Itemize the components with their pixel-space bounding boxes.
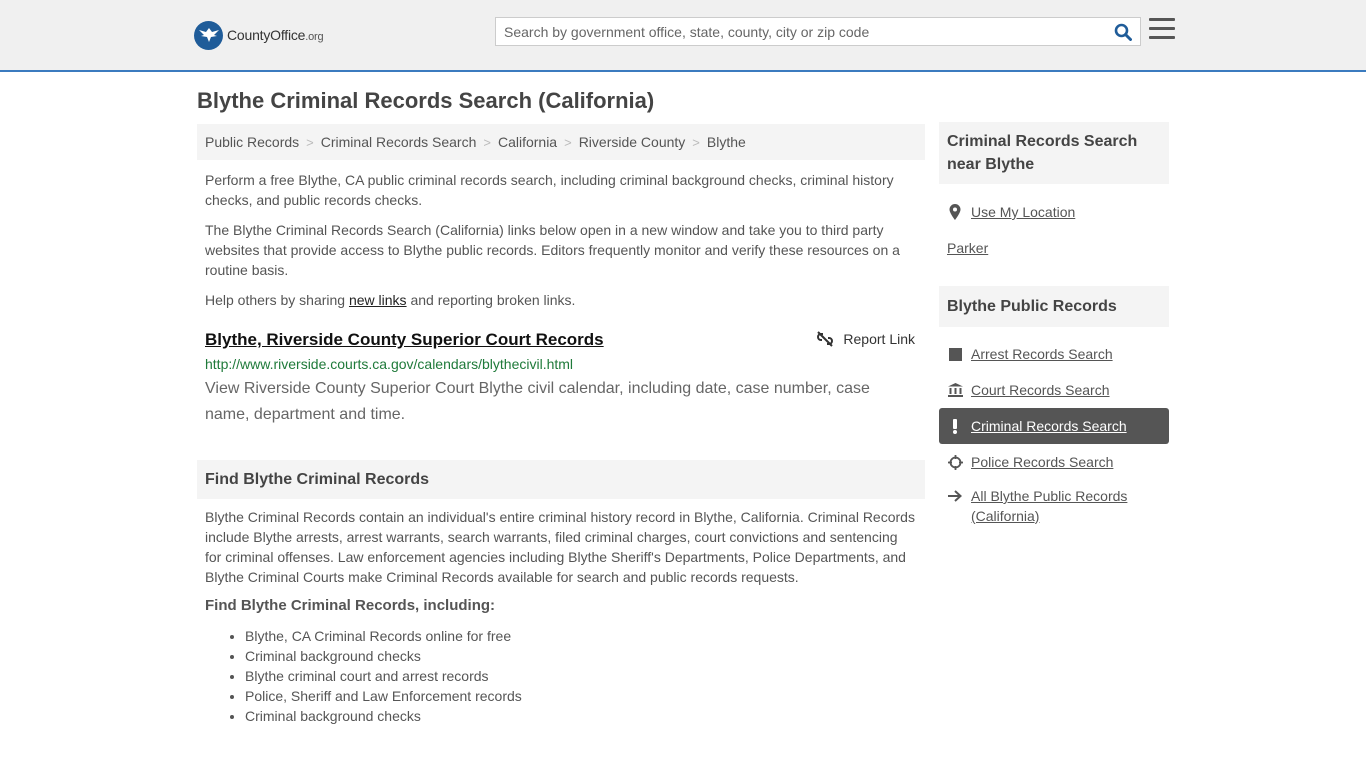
- intro-paragraph-2: The Blythe Criminal Records Search (Cali…: [205, 222, 900, 278]
- sidebar-item-use-location[interactable]: Use My Location: [939, 194, 1169, 230]
- search-icon[interactable]: [1111, 20, 1135, 44]
- result-item: Blythe, Riverside County Superior Court …: [197, 330, 925, 460]
- sidebar: Criminal Records Search near Blythe Use …: [939, 122, 1169, 528]
- breadcrumb: Public Records > Criminal Records Search >…: [197, 124, 925, 160]
- sidebar-item-police-records[interactable]: Police Records Search: [939, 444, 1169, 480]
- sidebar-item-arrest-records[interactable]: Arrest Records Search: [939, 336, 1169, 372]
- result-title-link[interactable]: Blythe, Riverside County Superior Court …: [205, 330, 604, 350]
- sidebar-item-court-records[interactable]: Court Records Search: [939, 372, 1169, 408]
- list-item: Criminal background checks: [245, 706, 925, 726]
- page-title: Blythe Criminal Records Search (Californ…: [197, 88, 655, 113]
- find-list: Blythe, CA Criminal Records online for f…: [197, 626, 925, 726]
- find-section-heading: Find Blythe Criminal Records: [197, 460, 925, 499]
- report-link-button[interactable]: Report Link: [817, 331, 915, 347]
- broken-link-icon: [817, 331, 834, 347]
- main-content: Perform a free Blythe, CA public crimina…: [197, 170, 925, 726]
- result-url: http://www.riverside.courts.ca.gov/calen…: [205, 356, 574, 372]
- sidebar-public-records-heading: Blythe Public Records: [939, 286, 1169, 327]
- intro-paragraph-1: Perform a free Blythe, CA public crimina…: [205, 172, 894, 208]
- list-item: Blythe criminal court and arrest records: [245, 666, 925, 686]
- site-logo[interactable]: CountyOffice.org: [194, 20, 324, 50]
- sidebar-item-parker[interactable]: Parker: [939, 230, 1169, 266]
- sidebar-item-criminal-records[interactable]: Criminal Records Search: [939, 408, 1169, 444]
- chevron-right-icon: >: [306, 134, 314, 150]
- map-pin-icon: [947, 204, 963, 220]
- courthouse-icon: [947, 382, 963, 398]
- chevron-right-icon: >: [564, 134, 572, 150]
- new-links-link[interactable]: new links: [349, 292, 407, 308]
- arrow-right-icon: [947, 488, 963, 504]
- find-body-text: Blythe Criminal Records contain an indiv…: [205, 509, 915, 585]
- eagle-logo-icon: [194, 20, 223, 50]
- hamburger-menu-icon[interactable]: [1149, 18, 1175, 42]
- breadcrumb-riverside-county[interactable]: Riverside County: [579, 134, 686, 150]
- list-item: Blythe, CA Criminal Records online for f…: [245, 626, 925, 646]
- result-description: View Riverside County Superior Court Bly…: [205, 380, 870, 423]
- breadcrumb-criminal-records-search[interactable]: Criminal Records Search: [321, 134, 477, 150]
- breadcrumb-california[interactable]: California: [498, 134, 557, 150]
- sidebar-nearby-heading: Criminal Records Search near Blythe: [939, 122, 1169, 184]
- breadcrumb-blythe[interactable]: Blythe: [707, 134, 746, 150]
- search-input[interactable]: [496, 18, 1096, 45]
- exclamation-icon: [947, 418, 963, 434]
- chevron-right-icon: >: [483, 134, 491, 150]
- chevron-right-icon: >: [692, 134, 700, 150]
- list-item: Criminal background checks: [245, 646, 925, 666]
- search-bar: [495, 17, 1141, 46]
- header-bar: CountyOffice.org: [0, 0, 1366, 72]
- logo-text: CountyOffice.org: [227, 27, 324, 43]
- list-item: Police, Sheriff and Law Enforcement reco…: [245, 686, 925, 706]
- intro-paragraph-3: Help others by sharing new links and rep…: [205, 292, 576, 308]
- find-subheading: Find Blythe Criminal Records, including:: [205, 597, 496, 614]
- sidebar-item-all-public-records[interactable]: All Blythe Public Records (California): [939, 480, 1169, 528]
- breadcrumb-public-records[interactable]: Public Records: [205, 134, 299, 150]
- square-icon: [947, 346, 963, 362]
- crosshair-icon: [947, 454, 963, 470]
